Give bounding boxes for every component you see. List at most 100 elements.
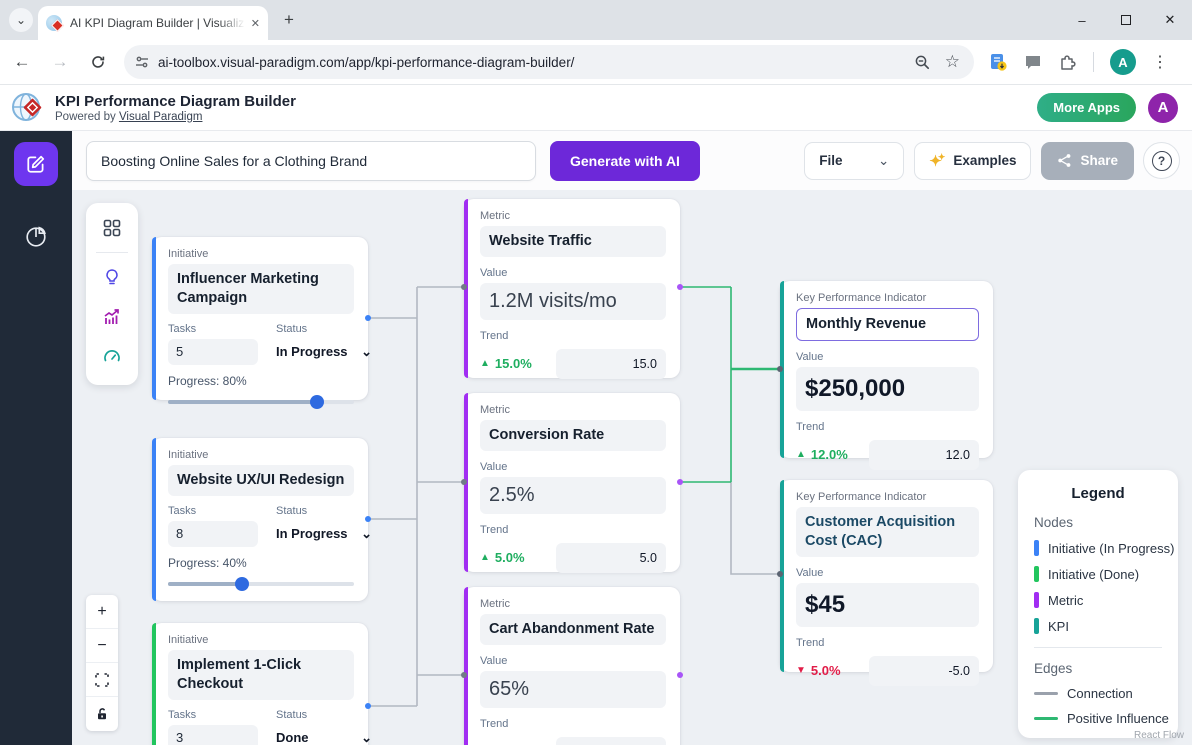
reading-list-icon[interactable] bbox=[988, 52, 1008, 72]
examples-button[interactable]: ✦✦ Examples bbox=[914, 142, 1031, 180]
initiative-title-field[interactable]: Influencer Marketing Campaign bbox=[168, 264, 354, 314]
browser-tab[interactable]: AI KPI Diagram Builder | Visualiz ✕ bbox=[38, 6, 268, 40]
connection-handle[interactable] bbox=[777, 571, 783, 577]
file-menu-button[interactable]: File ⌄ bbox=[804, 142, 904, 180]
connection-handle[interactable] bbox=[365, 315, 371, 321]
slider-thumb[interactable] bbox=[310, 395, 324, 409]
initiative-node[interactable]: Initiative Implement 1-Click Checkout Ta… bbox=[152, 623, 368, 745]
trend-value-input[interactable]: 12.0 bbox=[869, 440, 979, 470]
zoom-indicator-icon[interactable] bbox=[914, 54, 931, 71]
node-accent-bar bbox=[152, 237, 156, 400]
site-info-icon[interactable] bbox=[134, 54, 150, 70]
tasks-input[interactable]: 8 bbox=[168, 521, 258, 547]
maximize-button[interactable] bbox=[1104, 0, 1148, 40]
connection-handle[interactable] bbox=[461, 479, 467, 485]
file-label: File bbox=[819, 153, 842, 168]
back-button[interactable]: ← bbox=[6, 46, 38, 78]
share-button[interactable]: Share bbox=[1041, 142, 1134, 180]
reload-button[interactable] bbox=[82, 46, 114, 78]
browser-profile-avatar[interactable]: A bbox=[1110, 49, 1136, 75]
forward-button[interactable]: → bbox=[44, 46, 76, 78]
tab-search-button[interactable]: ⌄ bbox=[9, 8, 33, 32]
connection-handle[interactable] bbox=[677, 284, 683, 290]
kpi-title-field[interactable]: Customer Acquisition Cost (CAC) bbox=[796, 507, 979, 557]
url-text[interactable]: ai-toolbox.visual-paradigm.com/app/kpi-p… bbox=[158, 55, 914, 70]
kpi-title-field[interactable]: Monthly Revenue bbox=[796, 308, 979, 341]
metric-title-field[interactable]: Cart Abandonment Rate bbox=[480, 614, 666, 645]
bookmark-star-icon[interactable]: ☆ bbox=[945, 52, 960, 72]
comment-icon[interactable] bbox=[1024, 53, 1042, 71]
initiative-node[interactable]: Initiative Influencer Marketing Campaign… bbox=[152, 237, 368, 400]
connection-handle[interactable] bbox=[677, 479, 683, 485]
value-input[interactable]: $250,000 bbox=[796, 367, 979, 411]
metric-title-field[interactable]: Website Traffic bbox=[480, 226, 666, 257]
account-avatar[interactable]: A bbox=[1148, 93, 1178, 123]
extensions-icon[interactable] bbox=[1058, 53, 1077, 72]
connection-handle[interactable] bbox=[461, 672, 467, 678]
fit-view-button[interactable] bbox=[86, 663, 118, 697]
zoom-in-button[interactable]: + bbox=[86, 595, 118, 629]
palette-metric-button[interactable] bbox=[92, 297, 132, 337]
sidebar-item-editor[interactable] bbox=[14, 142, 58, 186]
diagram-canvas[interactable]: Initiative Influencer Marketing Campaign… bbox=[72, 190, 1192, 745]
more-apps-button[interactable]: More Apps bbox=[1037, 93, 1136, 122]
trend-value-input[interactable]: -8.0 bbox=[556, 737, 666, 745]
progress-slider[interactable] bbox=[168, 582, 354, 586]
zoom-out-button[interactable]: − bbox=[86, 629, 118, 663]
tasks-label: Tasks bbox=[168, 505, 258, 517]
value-input[interactable]: 2.5% bbox=[480, 477, 666, 514]
lightbulb-icon bbox=[102, 267, 122, 287]
generate-with-ai-button[interactable]: Generate with AI bbox=[550, 141, 700, 181]
trend-arrow-icon: ▲ bbox=[796, 449, 806, 460]
connection-handle[interactable] bbox=[365, 703, 371, 709]
connection-handle[interactable] bbox=[461, 284, 467, 290]
url-bar[interactable]: ai-toolbox.visual-paradigm.com/app/kpi-p… bbox=[124, 45, 974, 79]
metric-node[interactable]: Metric Conversion Rate Value 2.5% Trend … bbox=[464, 393, 680, 572]
tasks-input[interactable]: 5 bbox=[168, 339, 258, 365]
connection-handle[interactable] bbox=[365, 516, 371, 522]
progress-slider[interactable] bbox=[168, 400, 354, 404]
trend-label: Trend bbox=[480, 330, 666, 342]
legend-item: KPI bbox=[1034, 618, 1162, 634]
legend-divider bbox=[1034, 647, 1162, 648]
tab-close-icon[interactable]: ✕ bbox=[251, 17, 260, 30]
prompt-input[interactable] bbox=[86, 141, 536, 181]
palette-grid-button[interactable] bbox=[92, 208, 132, 248]
connection-handle[interactable] bbox=[777, 366, 783, 372]
visual-paradigm-link[interactable]: Visual Paradigm bbox=[119, 111, 203, 123]
connection-handle[interactable] bbox=[677, 672, 683, 678]
value-input[interactable]: 1.2M visits/mo bbox=[480, 283, 666, 320]
minimize-button[interactable]: – bbox=[1060, 0, 1104, 40]
metric-node[interactable]: Metric Cart Abandonment Rate Value 65% T… bbox=[464, 587, 680, 745]
kpi-node[interactable]: Key Performance Indicator Monthly Revenu… bbox=[780, 281, 993, 458]
slider-thumb[interactable] bbox=[235, 577, 249, 591]
sidebar-item-charts[interactable] bbox=[14, 215, 58, 259]
help-button[interactable]: ? bbox=[1143, 142, 1180, 179]
new-tab-button[interactable]: + bbox=[284, 10, 294, 30]
tasks-input[interactable]: 3 bbox=[168, 725, 258, 745]
value-input[interactable]: 65% bbox=[480, 671, 666, 708]
value-input[interactable]: $45 bbox=[796, 583, 979, 627]
status-label: Status bbox=[276, 323, 372, 335]
trend-value-input[interactable]: 5.0 bbox=[556, 543, 666, 573]
trend-value-input[interactable]: 15.0 bbox=[556, 349, 666, 379]
initiative-title-field[interactable]: Website UX/UI Redesign bbox=[168, 465, 354, 496]
status-select[interactable]: In Progress⌄ bbox=[276, 339, 372, 365]
initiative-title-field[interactable]: Implement 1-Click Checkout bbox=[168, 650, 354, 700]
status-select[interactable]: In Progress⌄ bbox=[276, 521, 372, 547]
legend-edge-swatch bbox=[1034, 717, 1058, 720]
metric-title-field[interactable]: Conversion Rate bbox=[480, 420, 666, 451]
palette-initiative-button[interactable] bbox=[92, 257, 132, 297]
status-select[interactable]: Done⌄ bbox=[276, 725, 372, 745]
app-header: KPI Performance Diagram Builder Powered … bbox=[0, 85, 1192, 131]
close-window-button[interactable]: ✕ bbox=[1148, 0, 1192, 40]
kpi-node[interactable]: Key Performance Indicator Customer Acqui… bbox=[780, 480, 993, 672]
palette-kpi-button[interactable] bbox=[92, 337, 132, 377]
initiative-node[interactable]: Initiative Website UX/UI Redesign Tasks … bbox=[152, 438, 368, 601]
browser-menu-icon[interactable]: ⋮ bbox=[1152, 52, 1168, 72]
node-type-label: Initiative bbox=[168, 634, 354, 646]
lock-button[interactable] bbox=[86, 697, 118, 731]
metric-node[interactable]: Metric Website Traffic Value 1.2M visits… bbox=[464, 199, 680, 378]
trend-value-input[interactable]: -5.0 bbox=[869, 656, 979, 686]
value-label: Value bbox=[480, 461, 666, 473]
